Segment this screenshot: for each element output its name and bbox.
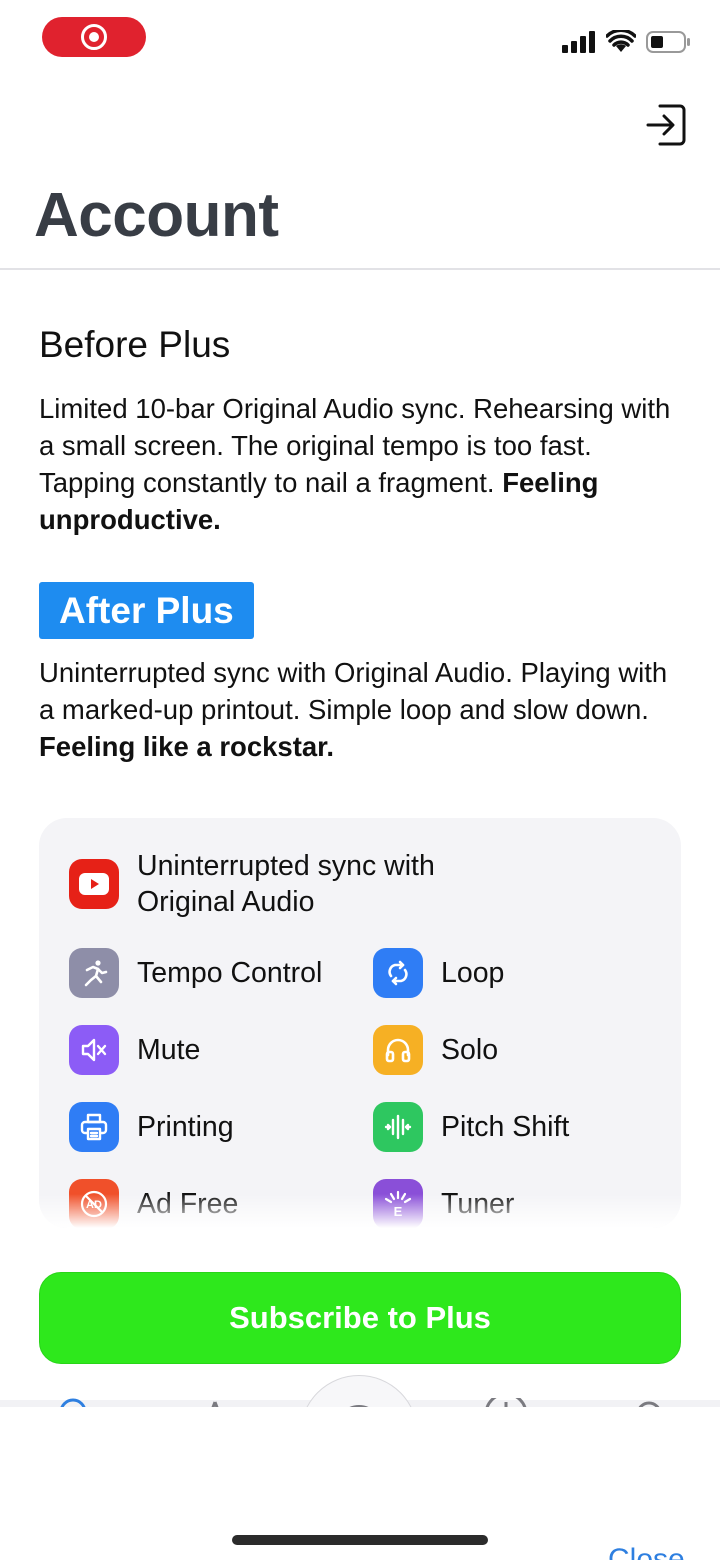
headphones-icon [373,1025,423,1075]
history-tab-icon [485,1398,527,1407]
feature-label: Tuner [441,1188,515,1220]
feature-mute: Mute [69,1025,200,1075]
before-plus-description: Limited 10-bar Original Audio sync. Rehe… [39,390,689,538]
screen-recording-indicator[interactable] [42,17,146,57]
running-person-icon [69,948,119,998]
feature-tuner: E Tuner [373,1179,514,1228]
library-tab-icon [211,1401,219,1407]
after-plus-badge: After Plus [39,582,254,639]
feature-tempo-control: Tempo Control [69,948,322,998]
printer-icon [69,1102,119,1152]
status-bar [0,0,720,80]
battery-icon [646,31,690,53]
pitch-shift-icon [373,1102,423,1152]
feature-original-audio: Uninterrupted sync with Original Audio [69,848,497,920]
header-divider [0,268,720,270]
svg-text:E: E [394,1204,403,1219]
feature-label: Tempo Control [137,957,323,989]
ad-free-icon: AD [69,1179,119,1228]
tab-item-search[interactable] [300,1375,420,1407]
speaker-mute-icon [69,1025,119,1075]
after-plus-text: Uninterrupted sync with Original Audio. … [39,657,668,725]
feature-label: Pitch Shift [441,1111,570,1143]
loop-icon [373,948,423,998]
tab-item-profile[interactable] [634,1398,664,1407]
tab-item-history[interactable] [483,1398,529,1407]
feature-pitch-shift: Pitch Shift [373,1102,569,1152]
tab-item-home[interactable] [58,1398,88,1407]
features-card: Uninterrupted sync with Original Audio T… [39,818,681,1228]
wifi-icon [606,30,636,52]
page-title: Account [34,181,279,250]
search-tab-button [300,1375,418,1407]
before-plus-heading: Before Plus [39,324,231,365]
feature-loop: Loop [373,948,504,998]
after-plus-emphasis: Feeling like a rockstar. [39,731,335,762]
youtube-play-icon [69,859,119,909]
profile-tab-icon [638,1401,660,1407]
status-icons [562,30,692,54]
feature-label: Loop [441,957,505,989]
logout-icon [646,104,686,146]
after-plus-description: Uninterrupted sync with Original Audio. … [39,654,689,765]
feature-label: Printing [137,1111,234,1143]
feature-label: Mute [137,1034,201,1066]
feature-label: Ad Free [137,1188,239,1220]
logout-button[interactable] [646,102,688,148]
feature-ad-free: AD Ad Free [69,1179,238,1228]
feature-label: Uninterrupted sync with Original Audio [137,850,435,918]
record-icon [81,24,107,50]
home-tab-icon [60,1398,86,1407]
feature-solo: Solo [373,1025,498,1075]
close-button[interactable]: Close [608,1544,685,1560]
tuner-icon: E [373,1179,423,1228]
feature-label: Solo [441,1034,499,1066]
subscribe-button[interactable]: Subscribe to Plus [39,1272,681,1364]
feature-printing: Printing [69,1102,234,1152]
tab-item-library[interactable] [203,1398,227,1407]
home-indicator[interactable] [232,1535,488,1545]
cellular-signal-icon [562,31,595,53]
svg-text:AD: AD [86,1199,102,1211]
